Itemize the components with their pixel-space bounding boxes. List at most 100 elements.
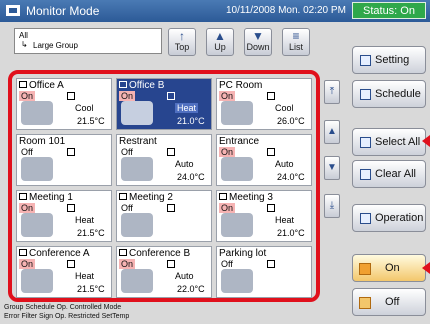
group-icon: [119, 193, 127, 200]
mode-icon: [267, 92, 275, 100]
unit-tile-office-b[interactable]: Office B On Heat 21.0°C: [116, 78, 212, 130]
unit-mode: Heat: [75, 215, 95, 225]
scroll-up-button[interactable]: ▲: [324, 120, 340, 144]
schedule-icon: [360, 89, 371, 100]
scroll-bottom-button[interactable]: ⤓: [324, 194, 340, 218]
operation-label: Operation: [375, 212, 424, 224]
status-badge: Status: On: [352, 2, 426, 19]
unit-tile-office-a[interactable]: Office A On Cool 21.5°C: [16, 78, 112, 130]
mode-icon: [167, 148, 175, 156]
unit-state: On: [219, 203, 236, 213]
operation-icon: [360, 213, 371, 224]
unit-tile-pc-room[interactable]: PC Room On Cool 26.0°C: [216, 78, 312, 130]
group-line1: All: [19, 31, 28, 40]
unit-name: Conference A: [19, 248, 90, 259]
unit-state: Off: [21, 147, 33, 157]
conference-icon: [121, 269, 153, 293]
unit-temp: 21.0°C: [177, 116, 205, 126]
group-icon: [219, 193, 227, 200]
unit-tile-entrance[interactable]: Entrance On Auto 24.0°C: [216, 134, 312, 186]
schedule-button[interactable]: Schedule: [352, 80, 426, 108]
group-selector[interactable]: All ↳ Large Group: [14, 28, 162, 54]
unit-tile-meeting-2[interactable]: Meeting 2 Off: [116, 190, 212, 242]
meeting-icon: [221, 213, 253, 237]
unit-name: Meeting 2: [119, 192, 173, 203]
select-all-pointer-icon: [422, 135, 430, 147]
scroll-down-button[interactable]: ▼: [324, 156, 340, 180]
monitor-icon: [6, 5, 20, 16]
unit-tile-conference-b[interactable]: Conference B On Auto 22.0°C: [116, 246, 212, 298]
unit-tile-meeting-3[interactable]: Meeting 3 On Heat 21.0°C: [216, 190, 312, 242]
unit-mode: Cool: [75, 103, 94, 113]
list-icon: ≡: [292, 29, 300, 43]
select-all-label: Select All: [375, 136, 421, 148]
sub-arrow-icon: ↳: [21, 40, 28, 49]
ac-unit-icon: [21, 157, 53, 181]
up-icon: ▲: [214, 29, 226, 43]
unit-state: On: [119, 91, 136, 101]
group-icon: [19, 193, 27, 200]
unit-tile-restrant[interactable]: Restrant Off Auto 24.0°C: [116, 134, 212, 186]
unit-tile-room-101[interactable]: Room 101 Off: [16, 134, 112, 186]
mode-icon: [267, 260, 275, 268]
unit-state: On: [219, 147, 236, 157]
unit-mode: Heat: [275, 215, 295, 225]
unit-temp: 21.5°C: [77, 116, 105, 126]
unit-name: Meeting 1: [19, 192, 73, 203]
top-button[interactable]: ↑ Top: [168, 28, 196, 56]
unit-state: Off: [121, 147, 133, 157]
meeting-icon: [21, 213, 53, 237]
off-label: Off: [385, 296, 400, 308]
legend-line1: Group Schedule Op. Controlled Mode: [4, 304, 122, 311]
clear-all-button[interactable]: Clear All: [352, 160, 426, 188]
unit-state: Off: [221, 259, 233, 269]
unit-state: On: [19, 259, 36, 269]
clear-all-label: Clear All: [375, 168, 416, 180]
unit-grid: Office A On Cool 21.5°C Office B On Heat…: [8, 70, 320, 302]
page-title: Monitor Mode: [26, 4, 100, 18]
unit-mode: Heat: [175, 103, 199, 113]
unit-tile-meeting-1[interactable]: Meeting 1 On Heat 21.5°C: [16, 190, 112, 242]
scroll-top-button[interactable]: ⤒: [324, 80, 340, 104]
entrance-icon: [221, 157, 253, 181]
mode-icon: [267, 148, 275, 156]
unit-name: Office A: [19, 80, 64, 91]
unit-mode: Heat: [75, 271, 95, 281]
list-button[interactable]: ≡ List: [282, 28, 310, 56]
select-all-button[interactable]: Select All: [352, 128, 426, 156]
mode-icon: [167, 260, 175, 268]
setting-icon: [360, 55, 371, 66]
unit-temp: 24.0°C: [277, 172, 305, 182]
unit-name: Entrance: [219, 136, 260, 147]
unit-tile-conference-a[interactable]: Conference A On Heat 21.5°C: [16, 246, 112, 298]
unit-mode: Cool: [275, 103, 294, 113]
mode-icon: [67, 260, 75, 268]
unit-state: On: [19, 203, 36, 213]
down-button[interactable]: ▼ Down: [244, 28, 272, 56]
down-icon: ▼: [252, 29, 264, 43]
legend-line2: Error Filter Sign Op. Restricted SetTemp: [4, 313, 130, 320]
up-button[interactable]: ▲ Up: [206, 28, 234, 56]
unit-temp: 22.0°C: [177, 284, 205, 294]
ac-unit-icon: [121, 101, 153, 125]
on-label: On: [385, 262, 400, 274]
schedule-label: Schedule: [375, 88, 421, 100]
off-button[interactable]: Off: [352, 288, 426, 316]
unit-name: Office B: [119, 80, 164, 91]
unit-name: Parking lot: [219, 248, 267, 259]
mode-icon: [67, 92, 75, 100]
conference-icon: [21, 269, 53, 293]
group-icon: [119, 249, 127, 256]
up-label: Up: [214, 42, 226, 52]
top-label: Top: [174, 42, 190, 52]
on-button[interactable]: On: [352, 254, 426, 282]
select-all-icon: [360, 137, 371, 148]
on-pointer-icon: [422, 262, 430, 274]
unit-tile-parking-lot[interactable]: Parking lot Off: [216, 246, 312, 298]
group-icon: [19, 81, 27, 88]
unit-state: On: [219, 91, 236, 101]
group-line2: Large Group: [33, 41, 78, 50]
operation-button[interactable]: Operation: [352, 204, 426, 232]
setting-button[interactable]: Setting: [352, 46, 426, 74]
down-label: Down: [246, 42, 270, 52]
